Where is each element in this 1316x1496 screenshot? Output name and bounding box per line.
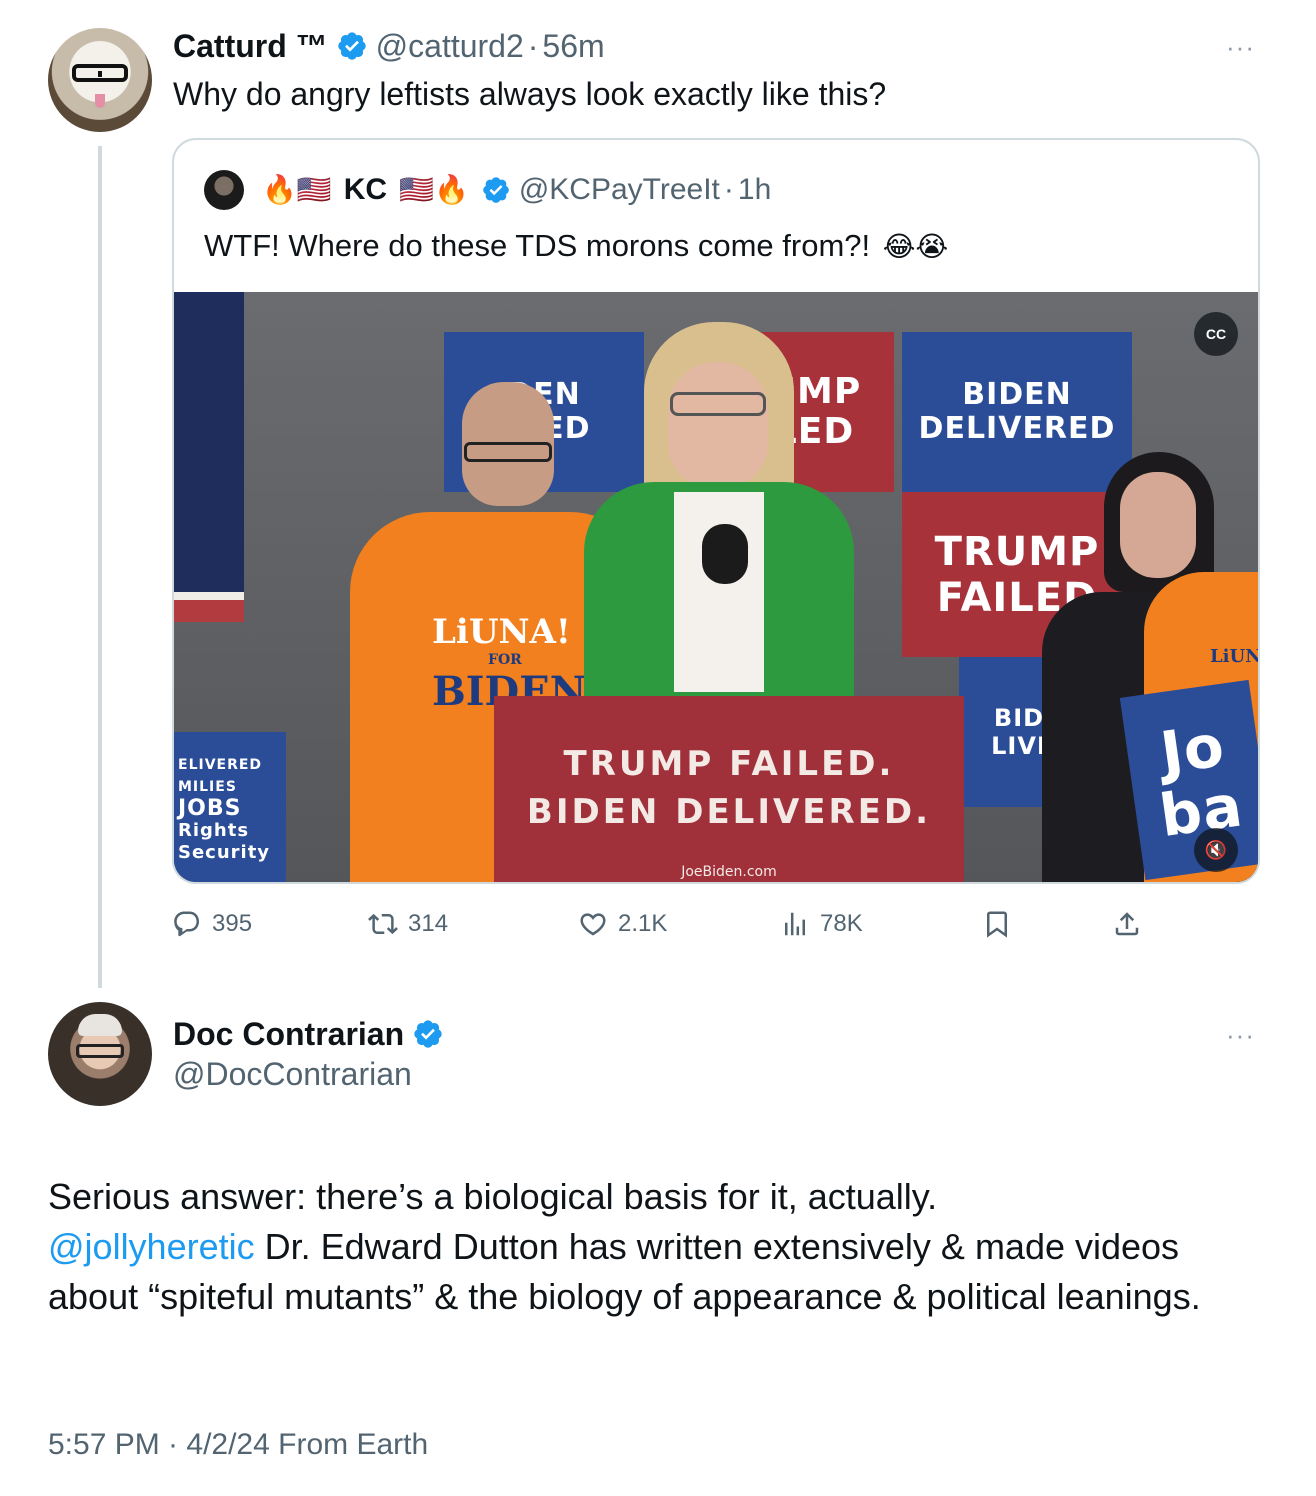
- sign-text: DELIVERED: [918, 411, 1116, 446]
- sign-text: BID: [993, 704, 1045, 732]
- tweet2-author-name[interactable]: Doc Contrarian: [173, 1016, 404, 1053]
- quoted-tweet-header: 🔥🇺🇸 KC 🇺🇸🔥 @KCPayTreeIt · 1h: [204, 170, 771, 210]
- shirt-text: LiUN: [1210, 646, 1260, 667]
- quoted-timestamp[interactable]: 1h: [738, 173, 771, 207]
- name-emoji-suffix: 🇺🇸🔥: [399, 174, 469, 205]
- thread-connector-line: [98, 146, 102, 988]
- captions-icon[interactable]: CC: [1194, 312, 1238, 356]
- microphone-shape: [702, 524, 748, 584]
- woman-face-shape: [668, 362, 768, 488]
- tweet2-text: Serious answer: there’s a biological bas…: [48, 1172, 1268, 1322]
- mention-link[interactable]: @jollyheretic: [48, 1226, 255, 1267]
- bookmark-icon: [987, 911, 1007, 938]
- reply-count: 395: [212, 910, 253, 937]
- sign-jobs-left: ELIVERED MILIES JOBS Rights Security: [174, 732, 286, 882]
- sign-text: TRUMP: [934, 528, 1100, 575]
- dot-separator: ·: [723, 173, 734, 206]
- name-emoji-prefix: 🔥🇺🇸: [262, 174, 332, 205]
- tweet2-text-line1: Serious answer: there’s a biological bas…: [48, 1176, 938, 1217]
- sign-text: BIDEN: [962, 377, 1072, 412]
- sign-text: Rights: [178, 820, 250, 841]
- avatar-glasses-shape: [76, 1044, 124, 1058]
- woman-glasses-shape: [670, 392, 766, 416]
- share-icon: [1115, 912, 1139, 936]
- sign-text: Security: [178, 842, 271, 863]
- views-count: 78K: [820, 910, 863, 937]
- reply-button[interactable]: 395: [172, 900, 252, 948]
- views-button[interactable]: 78K: [780, 900, 863, 948]
- podium-text: TRUMP FAILED.: [563, 744, 895, 784]
- avatar-hair-shape: [78, 1014, 122, 1036]
- tweet1-timestamp[interactable]: 56m: [542, 28, 604, 65]
- repost-button[interactable]: 314: [368, 900, 448, 948]
- us-flag-shape: [174, 292, 244, 622]
- verified-badge-icon: [414, 1020, 442, 1048]
- podium-sign: TRUMP FAILED. BIDEN DELIVERED. JoeBiden.…: [494, 696, 964, 882]
- quoted-author-name[interactable]: KC: [344, 173, 387, 207]
- like-count: 2.1K: [618, 910, 668, 937]
- more-icon[interactable]: ···: [1226, 32, 1255, 63]
- avatar-glasses-shape: [72, 64, 128, 82]
- tweet1-header: Catturd ™ @catturd2 · 56m: [173, 24, 605, 68]
- white-top: [674, 492, 764, 692]
- tweet1-handle[interactable]: @catturd2: [376, 28, 524, 65]
- tweet2-timestamp-source[interactable]: 5:57 PM · 4/2/24 From Earth: [48, 1428, 428, 1462]
- verified-badge-icon: [337, 32, 366, 60]
- podium-text: BIDEN DELIVERED.: [526, 792, 932, 832]
- sign-text: JOBS: [178, 796, 242, 821]
- share-button[interactable]: [1112, 900, 1152, 948]
- sign-biden-delivered-right: BIDEN DELIVERED: [902, 332, 1132, 492]
- tweet2-header: Doc Contrarian: [173, 1012, 452, 1056]
- reply-icon: [174, 911, 200, 937]
- quoted-tweet-card[interactable]: 🔥🇺🇸 KC 🇺🇸🔥 @KCPayTreeIt · 1h WTF! Where …: [172, 138, 1260, 884]
- like-icon: [580, 913, 606, 936]
- views-icon: [785, 912, 805, 936]
- tweet1-author-name[interactable]: Catturd ™: [173, 28, 328, 65]
- podium-text: JoeBiden.com: [681, 864, 777, 880]
- sign-text: ELIVERED: [178, 757, 263, 773]
- mute-icon[interactable]: 🔇: [1194, 828, 1238, 872]
- video-player[interactable]: DEN ERED UMP LED BIDEN DELIVERED TRUMP F…: [174, 292, 1260, 882]
- verified-badge-icon: [483, 177, 509, 203]
- quoted-text-emoji: 😂😭: [882, 231, 949, 262]
- repost-count: 314: [408, 910, 449, 937]
- quoted-tweet-text: WTF! Where do these TDS morons come from…: [204, 228, 952, 264]
- tweet1-text: Why do angry leftists always look exactl…: [173, 76, 887, 112]
- sign-text: LIVI: [991, 732, 1047, 760]
- tweet2-handle[interactable]: @DocContrarian: [173, 1056, 412, 1093]
- like-button[interactable]: 2.1K: [578, 900, 667, 948]
- quoted-handle[interactable]: @KCPayTreeIt: [519, 173, 720, 207]
- sign-jobs-right: Jo ba: [1119, 679, 1258, 881]
- avatar-tongue-shape: [95, 94, 105, 108]
- more-icon[interactable]: ···: [1226, 1020, 1255, 1051]
- tweet-action-bar: 395 314 2.1K 78K: [172, 900, 1260, 948]
- avatar-catturd[interactable]: [48, 28, 152, 132]
- repost-icon: [368, 913, 398, 935]
- avatar-kc[interactable]: [204, 170, 244, 210]
- woman2-face-shape: [1120, 472, 1196, 578]
- bookmark-button[interactable]: [982, 900, 1022, 948]
- man-glasses-shape: [464, 442, 552, 462]
- dot-separator: ·: [527, 27, 539, 64]
- avatar-doc-contrarian[interactable]: [48, 1002, 152, 1106]
- quoted-text-body: WTF! Where do these TDS morons come from…: [204, 228, 871, 263]
- sign-text: MILIES: [178, 779, 237, 795]
